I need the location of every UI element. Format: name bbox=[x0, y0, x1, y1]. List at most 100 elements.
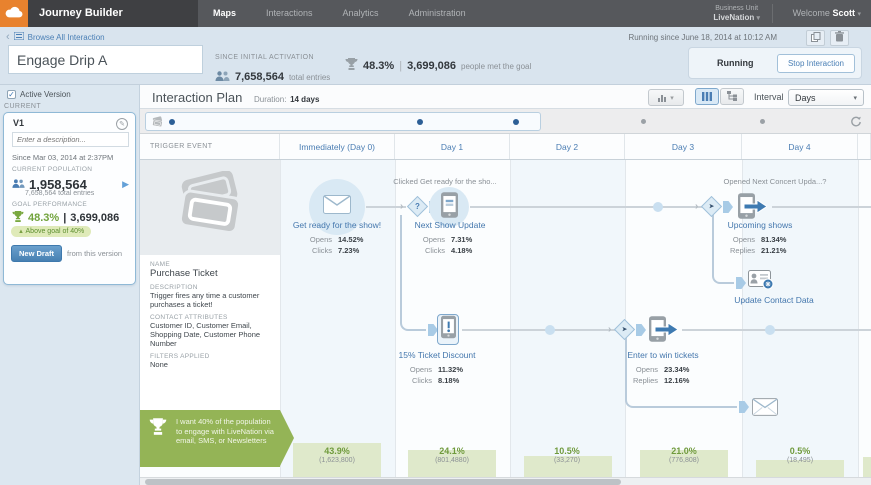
node-label[interactable]: 15% Ticket Discount bbox=[367, 350, 507, 360]
interval-select[interactable]: Days ▾ bbox=[788, 89, 864, 106]
user-menu[interactable]: Welcome Scott ▾ bbox=[793, 8, 861, 18]
column-header-partial bbox=[858, 134, 871, 159]
daily-bar-partial bbox=[863, 457, 871, 477]
new-draft-suffix: from this version bbox=[67, 249, 122, 258]
stat-value: 4.18% bbox=[451, 245, 491, 256]
business-unit-selector[interactable]: Business Unit LiveNation ▾ bbox=[713, 4, 773, 23]
node-stats: Opens81.34% Replies21.21% bbox=[705, 234, 815, 256]
stat-label: Opens bbox=[719, 234, 755, 245]
stop-interaction-button[interactable]: Stop Interaction bbox=[777, 54, 855, 73]
trigger-icon-area[interactable] bbox=[140, 160, 280, 255]
decision-diamond[interactable]: ? bbox=[407, 196, 428, 217]
arrowhead-icon: › bbox=[608, 324, 611, 336]
duplicate-button[interactable] bbox=[806, 30, 825, 46]
refresh-icon[interactable] bbox=[850, 115, 862, 133]
plan-header: Interaction Plan Duration: 14 days ▾ Int… bbox=[140, 85, 871, 109]
tab-analytics[interactable]: Analytics bbox=[328, 0, 394, 27]
divider: | bbox=[63, 212, 66, 224]
branch-annotation: Opened Next Concert Upda...? bbox=[685, 177, 865, 186]
update-contact-node[interactable] bbox=[748, 270, 774, 294]
chart-menu-button[interactable]: ▾ bbox=[648, 89, 684, 106]
business-unit-label: Business Unit bbox=[715, 5, 758, 12]
horizontal-scrollbar[interactable] bbox=[140, 477, 871, 485]
interaction-name-input[interactable] bbox=[8, 45, 203, 74]
tab-maps[interactable]: Maps bbox=[198, 0, 251, 27]
browse-all-interactions-link[interactable]: ‹ Browse All Interaction bbox=[6, 32, 105, 42]
email-endpoint-node[interactable] bbox=[752, 398, 778, 421]
minimap-node-dot bbox=[513, 119, 519, 125]
stat-value: 7.23% bbox=[338, 245, 378, 256]
node-stats: Opens14.52% Clicks7.23% bbox=[282, 234, 392, 256]
edit-icon[interactable]: ✎ bbox=[116, 118, 128, 130]
arrowhead-icon: › bbox=[695, 201, 698, 213]
active-version-label: Active Version bbox=[20, 90, 71, 99]
ticket-discount-node[interactable] bbox=[437, 314, 459, 345]
stat-label: Clicks bbox=[396, 375, 432, 386]
sms-node[interactable] bbox=[649, 316, 666, 347]
version-card[interactable]: V1 ✎ Since Mar 03, 2014 at 2:37PM CURREN… bbox=[3, 112, 136, 285]
column-header-day0[interactable]: Immediately (Day 0) bbox=[280, 134, 395, 159]
question-icon: ? bbox=[415, 202, 420, 211]
email-icon bbox=[752, 403, 778, 420]
daily-count: (18,495) bbox=[750, 456, 850, 465]
trash-icon bbox=[835, 29, 844, 47]
stat-value: 12.16% bbox=[664, 375, 704, 386]
connector-line bbox=[772, 206, 871, 208]
minimap-viewport[interactable] bbox=[145, 112, 541, 131]
columns-view-icon bbox=[702, 88, 712, 106]
arrowhead-icon: › bbox=[400, 201, 403, 213]
flow-arrow-icon bbox=[636, 324, 646, 336]
column-header-day3[interactable]: Day 3 bbox=[625, 134, 742, 159]
play-icon[interactable]: ▶ bbox=[122, 179, 129, 190]
minimap-node-dot bbox=[760, 119, 765, 124]
people-icon bbox=[215, 68, 230, 86]
node-label[interactable]: Upcoming shows bbox=[690, 220, 830, 230]
app-title: Journey Builder bbox=[28, 0, 198, 27]
stat-label: Replies bbox=[719, 245, 755, 256]
active-version-toggle[interactable]: ✓ Active Version bbox=[7, 90, 71, 99]
stat-value: 23.34% bbox=[664, 364, 704, 375]
above-goal-badge: ▲ Above goal of 40% bbox=[11, 226, 91, 237]
trigger-filters: None bbox=[150, 360, 270, 369]
decision-diamond[interactable]: ➤ bbox=[701, 196, 722, 217]
interval-value: Days bbox=[795, 93, 816, 103]
trigger-desc: Trigger fires any time a customer purcha… bbox=[150, 291, 270, 309]
goal-suffix: people met the goal bbox=[461, 62, 531, 71]
view-toggle-columns[interactable] bbox=[695, 88, 719, 105]
arrow-up-icon: ▲ bbox=[18, 229, 24, 235]
view-toggle-hierarchy[interactable] bbox=[720, 88, 744, 105]
goal-pct: 48.3% bbox=[28, 212, 59, 224]
column-header-day4[interactable]: Day 4 bbox=[742, 134, 858, 159]
daily-count: (776,808) bbox=[634, 456, 734, 465]
chevron-down-icon: ▾ bbox=[756, 15, 760, 22]
column-header-day2[interactable]: Day 2 bbox=[510, 134, 625, 159]
forward-arrow-icon bbox=[655, 323, 678, 341]
flow-arrow-icon bbox=[723, 201, 733, 213]
list-icon bbox=[14, 32, 24, 42]
delete-button[interactable] bbox=[830, 30, 849, 46]
phone-alert-icon bbox=[441, 315, 456, 344]
interaction-canvas[interactable]: NAME Purchase Ticket DESCRIPTION Trigger… bbox=[140, 160, 871, 477]
version-description-input[interactable] bbox=[12, 132, 129, 147]
status-panel: Running Stop Interaction bbox=[688, 47, 862, 79]
column-header-day1[interactable]: Day 1 bbox=[395, 134, 510, 159]
tab-administration[interactable]: Administration bbox=[394, 0, 481, 27]
user-name: Scott bbox=[832, 8, 855, 18]
goal-banner[interactable]: I want 40% of the population to engage w… bbox=[140, 410, 280, 467]
node-stats: Opens23.34% Replies12.16% bbox=[608, 364, 718, 386]
version-name: V1 bbox=[13, 118, 24, 128]
marketing-cloud-logo[interactable] bbox=[0, 0, 28, 27]
stat-label: Clicks bbox=[409, 245, 445, 256]
scrollbar-thumb[interactable] bbox=[145, 479, 621, 485]
node-label[interactable]: Enter to win tickets bbox=[593, 350, 733, 360]
new-draft-button[interactable]: New Draft bbox=[11, 245, 62, 262]
checkbox-checked-icon: ✓ bbox=[7, 90, 16, 99]
chevron-down-icon: ▾ bbox=[670, 94, 674, 102]
trophy-icon bbox=[345, 57, 358, 75]
stat-value: 8.18% bbox=[438, 375, 478, 386]
people-icon bbox=[12, 175, 25, 193]
tab-interactions[interactable]: Interactions bbox=[251, 0, 328, 27]
daily-stat: 0.5% (18,495) bbox=[750, 446, 850, 465]
node-label[interactable]: Next Show Update bbox=[380, 220, 520, 230]
node-label[interactable]: Update Contact Data bbox=[704, 295, 844, 305]
